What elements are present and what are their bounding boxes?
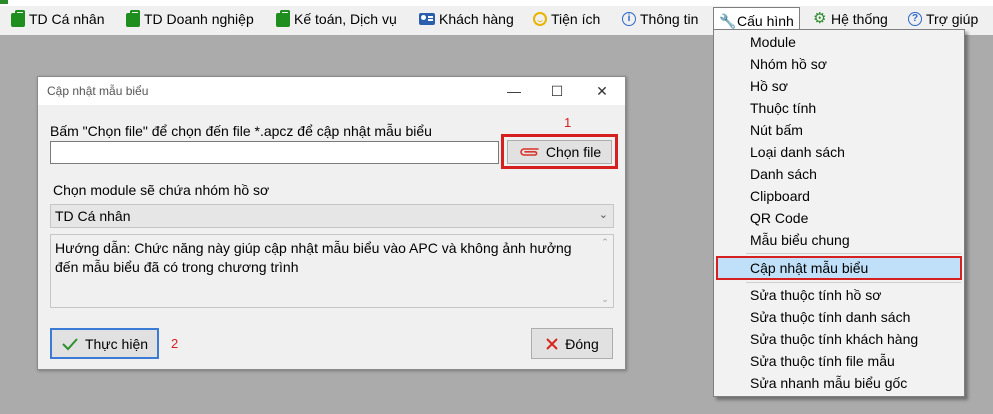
- top-strip: [0, 0, 993, 6]
- module-select[interactable]: TD Cá nhân ⌄: [50, 204, 614, 228]
- menu-item-clipboard[interactable]: Clipboard: [750, 185, 810, 207]
- briefcase-icon: [126, 10, 140, 27]
- menu-label: Thông tin: [640, 11, 699, 27]
- menu-label: Kế toán, Dịch vụ: [294, 11, 397, 27]
- menu-item-qr-code[interactable]: QR Code: [750, 207, 808, 229]
- menu-item-sua-thuoc-tinh-file-mau[interactable]: Sửa thuộc tính file mẫu: [750, 350, 895, 372]
- menu-item-nhom-ho-so[interactable]: Nhóm hồ sơ: [750, 53, 827, 75]
- update-template-dialog: Cập nhật mẫu biểu — ☐ ✕ Bấm "Chọn file" …: [37, 76, 626, 370]
- menu-label: Khách hàng: [439, 11, 514, 27]
- menu-item-sua-thuoc-tinh-khach-hang[interactable]: Sửa thuộc tính khách hàng: [750, 328, 918, 350]
- gear-icon: ⚙: [813, 10, 827, 27]
- menu-td-ca-nhan[interactable]: TD Cá nhân: [8, 8, 107, 30]
- menu-item-label: Cập nhật mẫu biểu: [750, 260, 869, 276]
- menu-separator: [746, 282, 961, 283]
- menu-label: Tiện ích: [551, 11, 601, 27]
- menu-ke-toan-dich-vu[interactable]: Kế toán, Dịch vụ: [273, 8, 400, 30]
- file-label: Bấm "Chọn file" để chọn đến file *.apcz …: [50, 123, 432, 139]
- file-path-input[interactable]: [50, 141, 499, 164]
- menu-item-sua-nhanh-mau-bieu-goc[interactable]: Sửa nhanh mẫu biểu gốc: [750, 372, 907, 394]
- menu-label: Trợ giúp: [926, 11, 979, 27]
- help-textarea[interactable]: Hướng dẫn: Chức năng này giúp cập nhật m…: [50, 234, 614, 308]
- x-icon: [546, 337, 558, 350]
- menu-item-ho-so[interactable]: Hồ sơ: [750, 75, 788, 97]
- step-2-marker: 2: [171, 336, 179, 351]
- execute-label: Thực hiện: [84, 335, 149, 352]
- help-text: Hướng dẫn: Chức năng này giúp cập nhật m…: [55, 240, 572, 275]
- menu-label: Hệ thống: [831, 11, 888, 27]
- menu-thong-tin[interactable]: i Thông tin: [619, 8, 701, 30]
- scroll-up-icon[interactable]: ⌃: [597, 237, 613, 248]
- briefcase-icon: [276, 10, 290, 27]
- help-scrollbar[interactable]: ⌃ ⌄: [597, 235, 613, 307]
- check-icon: [62, 337, 78, 350]
- info-icon: i: [622, 12, 636, 26]
- choose-file-label: Chọn file: [545, 144, 602, 160]
- dialog-titlebar: Cập nhật mẫu biểu — ☐ ✕: [38, 77, 625, 105]
- menu-he-thong[interactable]: ⚙ Hệ thống: [810, 8, 891, 30]
- menu-td-doanh-nghiep[interactable]: TD Doanh nghiệp: [123, 8, 257, 30]
- module-label: Chọn module sẽ chứa nhóm hồ sơ: [53, 182, 270, 198]
- menu-item-sua-thuoc-tinh-ho-so[interactable]: Sửa thuộc tính hồ sơ: [750, 284, 881, 306]
- menu-item-loai-danh-sach[interactable]: Loại danh sách: [750, 141, 845, 163]
- wrench-icon: 🔧: [719, 12, 737, 29]
- menu-item-thuoc-tinh[interactable]: Thuộc tính: [750, 97, 816, 119]
- menu-label: TD Doanh nghiệp: [144, 11, 254, 27]
- dialog-title: Cập nhật mẫu biểu: [47, 84, 149, 98]
- minimize-icon[interactable]: —: [504, 81, 524, 101]
- help-icon: ?: [908, 12, 922, 26]
- menu-item-sua-thuoc-tinh-danh-sach[interactable]: Sửa thuộc tính danh sách: [750, 306, 910, 328]
- menu-tien-ich[interactable]: Tiện ích: [530, 8, 603, 30]
- menu-khach-hang[interactable]: Khách hàng: [416, 8, 517, 30]
- scroll-down-icon[interactable]: ⌄: [597, 294, 613, 305]
- execute-button[interactable]: Thực hiện: [50, 328, 159, 359]
- menu-item-mau-bieu-chung[interactable]: Mẫu biểu chung: [750, 229, 850, 251]
- close-label: Đóng: [565, 335, 599, 352]
- close-icon[interactable]: ✕: [592, 81, 612, 101]
- menu-item-nut-bam[interactable]: Nút bấm: [750, 119, 803, 141]
- contact-card-icon: [419, 13, 435, 25]
- menu-item-cap-nhat-mau-bieu[interactable]: Cập nhật mẫu biểu: [716, 256, 962, 280]
- maximize-icon[interactable]: ☐: [547, 81, 567, 101]
- menu-label: Cấu hình: [737, 12, 794, 29]
- briefcase-icon: [11, 10, 25, 27]
- menu-label: TD Cá nhân: [29, 11, 105, 27]
- smiley-icon: [533, 12, 547, 26]
- choose-file-button[interactable]: Chọn file: [507, 140, 612, 164]
- close-button[interactable]: Đóng: [531, 328, 613, 359]
- chevron-down-icon: ⌄: [598, 209, 608, 221]
- paperclip-icon: [520, 148, 539, 156]
- config-dropdown-menu: Module Nhóm hồ sơ Hồ sơ Thuộc tính Nút b…: [713, 29, 965, 397]
- step-1-marker: 1: [564, 115, 572, 130]
- module-select-value: TD Cá nhân: [55, 208, 131, 224]
- menu-item-danh-sach[interactable]: Danh sách: [750, 163, 817, 185]
- menu-tro-giup[interactable]: ? Trợ giúp: [905, 8, 981, 30]
- menu-separator: [746, 253, 961, 254]
- menu-item-module[interactable]: Module: [750, 31, 796, 53]
